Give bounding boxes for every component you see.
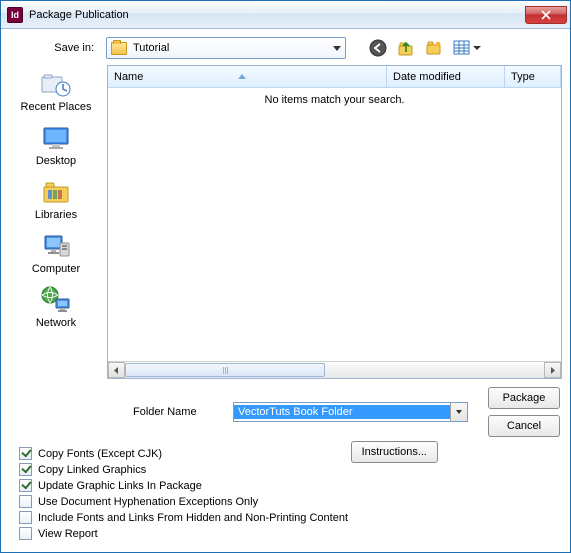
column-name-label: Name — [114, 71, 143, 83]
checkbox-label: Copy Fonts (Except CJK) — [38, 448, 162, 460]
new-folder-icon — [425, 39, 443, 57]
places-computer[interactable]: Computer — [9, 229, 103, 277]
close-icon — [541, 10, 551, 20]
folder-name-row: Folder Name VectorTuts Book Folder Packa… — [3, 379, 568, 441]
places-network-label: Network — [36, 317, 76, 329]
folder-name-value: VectorTuts Book Folder — [234, 405, 450, 419]
cancel-button[interactable]: Cancel — [488, 415, 560, 437]
location-value: Tutorial — [133, 42, 169, 54]
places-libraries[interactable]: Libraries — [9, 175, 103, 223]
sort-ascending-icon — [238, 74, 246, 79]
window-title: Package Publication — [29, 9, 129, 21]
scroll-right-button[interactable] — [544, 362, 561, 378]
checkbox-label: Copy Linked Graphics — [38, 464, 146, 476]
checkbox-hyphenation[interactable]: Use Document Hyphenation Exceptions Only — [19, 495, 558, 508]
checkbox-update-links[interactable]: Update Graphic Links In Package — [19, 479, 558, 492]
package-button[interactable]: Package — [488, 387, 560, 409]
view-menu-button[interactable] — [452, 38, 484, 58]
content-area: Save in: Tutorial — [1, 29, 570, 552]
chevron-down-icon — [456, 410, 462, 414]
checkbox-icon — [19, 527, 32, 540]
column-date[interactable]: Date modified — [387, 66, 505, 87]
up-one-level-button[interactable] — [396, 38, 416, 58]
location-row: Save in: Tutorial — [3, 31, 568, 65]
checkbox-view-report[interactable]: View Report — [19, 527, 558, 540]
close-button[interactable] — [525, 6, 567, 24]
scroll-track[interactable] — [125, 362, 544, 378]
arrow-right-icon — [549, 367, 556, 374]
places-recent[interactable]: Recent Places — [9, 67, 103, 115]
checkbox-copy-linked[interactable]: Copy Linked Graphics — [19, 463, 558, 476]
up-icon — [397, 39, 415, 57]
new-folder-button[interactable] — [424, 38, 444, 58]
title-bar: Id Package Publication — [1, 1, 570, 29]
checkbox-icon — [19, 447, 32, 460]
save-in-label: Save in: — [3, 42, 98, 54]
view-menu-icon — [453, 39, 483, 57]
checkbox-icon — [19, 463, 32, 476]
computer-icon — [39, 231, 73, 261]
checkbox-label: Update Graphic Links In Package — [38, 480, 202, 492]
location-combo[interactable]: Tutorial — [106, 37, 346, 59]
places-recent-label: Recent Places — [21, 101, 92, 113]
column-type[interactable]: Type — [505, 66, 561, 87]
network-icon — [39, 285, 73, 315]
back-icon — [369, 39, 387, 57]
checkbox-icon — [19, 479, 32, 492]
dialog-window: Id Package Publication Save in: Tutorial — [0, 0, 571, 553]
scroll-left-button[interactable] — [108, 362, 125, 378]
checkbox-copy-fonts[interactable]: Copy Fonts (Except CJK) — [19, 447, 558, 460]
places-desktop[interactable]: Desktop — [9, 121, 103, 169]
empty-message: No items match your search. — [108, 88, 561, 361]
checkbox-hidden[interactable]: Include Fonts and Links From Hidden and … — [19, 511, 558, 524]
arrow-left-icon — [113, 367, 120, 374]
app-icon: Id — [7, 7, 23, 23]
folder-name-input[interactable]: VectorTuts Book Folder — [233, 402, 468, 422]
horizontal-scrollbar[interactable] — [108, 361, 561, 378]
back-button[interactable] — [368, 38, 388, 58]
places-libraries-label: Libraries — [35, 209, 77, 221]
folder-name-label: Folder Name — [3, 406, 223, 418]
column-name[interactable]: Name — [108, 66, 387, 87]
folder-name-dropdown[interactable] — [450, 403, 467, 421]
middle-area: Recent Places Desktop Libraries — [3, 65, 568, 379]
places-bar: Recent Places Desktop Libraries — [9, 65, 103, 379]
chevron-down-icon — [333, 46, 341, 51]
scroll-thumb[interactable] — [125, 363, 325, 377]
checkbox-label: Use Document Hyphenation Exceptions Only — [38, 496, 258, 508]
nav-icons — [368, 38, 484, 58]
file-list: Name Date modified Type No items match y… — [107, 65, 562, 379]
column-type-label: Type — [511, 71, 535, 83]
column-date-label: Date modified — [393, 71, 461, 83]
checkbox-icon — [19, 511, 32, 524]
places-network[interactable]: Network — [9, 283, 103, 331]
places-computer-label: Computer — [32, 263, 80, 275]
checkbox-label: View Report — [38, 528, 98, 540]
places-desktop-label: Desktop — [36, 155, 76, 167]
libraries-icon — [39, 177, 73, 207]
options-area: Instructions... Copy Fonts (Except CJK) … — [3, 441, 568, 550]
instructions-button[interactable]: Instructions... — [351, 441, 438, 463]
recent-places-icon — [39, 69, 73, 99]
desktop-icon — [39, 123, 73, 153]
checkbox-icon — [19, 495, 32, 508]
checkbox-label: Include Fonts and Links From Hidden and … — [38, 512, 348, 524]
folder-icon — [111, 42, 127, 55]
